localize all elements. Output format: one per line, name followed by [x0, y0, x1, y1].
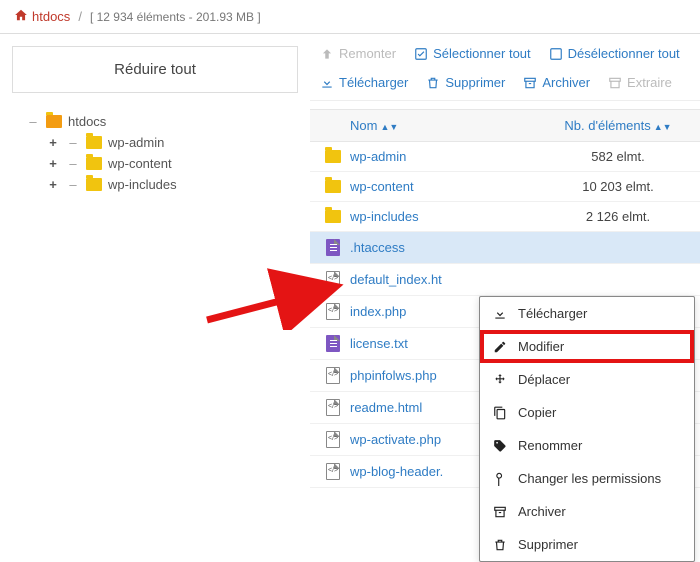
key-icon — [492, 472, 508, 486]
download-icon — [320, 76, 334, 90]
row-name: wp-includes — [350, 209, 548, 224]
column-name[interactable]: Nom▲▼ — [322, 118, 548, 133]
folder-icon — [325, 180, 341, 193]
row-name: wp-content — [350, 179, 548, 194]
file-icon — [326, 463, 340, 480]
ctx-download[interactable]: Télécharger — [480, 297, 694, 330]
select-all-button[interactable]: Sélectionner tout — [414, 46, 531, 61]
collapse-icon: – — [26, 114, 40, 129]
row-count: 582 elmt. — [548, 149, 688, 164]
tag-icon — [492, 439, 508, 453]
breadcrumb-info: [ 12 934 éléments - 201.93 MB ] — [90, 10, 261, 24]
check-square-icon — [414, 47, 428, 61]
expand-icon: + — [46, 177, 60, 192]
folder-icon — [325, 210, 341, 223]
file-icon — [326, 367, 340, 384]
download-icon — [492, 307, 508, 321]
collapse-all-button[interactable]: Réduire tout — [12, 46, 298, 93]
up-button[interactable]: Remonter — [320, 46, 396, 61]
sort-icon: ▲▼ — [380, 122, 398, 132]
sort-icon: ▲▼ — [654, 122, 672, 132]
folder-icon — [46, 115, 62, 128]
list-row[interactable]: wp-admin582 elmt. — [310, 142, 700, 172]
row-name: wp-admin — [350, 149, 548, 164]
arrow-up-icon — [320, 47, 334, 61]
delete-button[interactable]: Supprimer — [426, 75, 505, 90]
list-row[interactable]: wp-includes2 126 elmt. — [310, 202, 700, 232]
extract-icon — [608, 76, 622, 90]
row-count: 2 126 elmt. — [548, 209, 688, 224]
pencil-icon — [492, 340, 508, 354]
breadcrumb-root[interactable]: htdocs — [14, 8, 70, 25]
row-name: default_index.ht — [350, 272, 548, 287]
ctx-copy[interactable]: Copier — [480, 396, 694, 429]
square-icon — [549, 47, 563, 61]
archive-icon — [492, 505, 508, 519]
home-icon — [14, 8, 28, 25]
list-row[interactable]: wp-content10 203 elmt. — [310, 172, 700, 202]
folder-icon — [325, 150, 341, 163]
list-header: Nom▲▼ Nb. d'éléments▲▼ — [310, 109, 700, 142]
expand-icon: + — [46, 156, 60, 171]
folder-icon — [86, 136, 102, 149]
file-icon — [326, 431, 340, 448]
tree-item[interactable]: +– wp-admin — [26, 132, 298, 153]
file-icon — [326, 271, 340, 288]
context-menu: Télécharger Modifier Déplacer Copier Ren… — [479, 296, 695, 562]
move-icon — [492, 373, 508, 387]
file-icon — [326, 239, 340, 256]
toolbar: Remonter Sélectionner tout Désélectionne… — [310, 46, 700, 101]
sidebar: Réduire tout – htdocs +– wp-admin +– wp-… — [0, 34, 310, 488]
ctx-archive[interactable]: Archiver — [480, 495, 694, 528]
file-icon — [326, 303, 340, 320]
breadcrumb-separator: / — [78, 9, 82, 24]
row-name: .htaccess — [350, 240, 548, 255]
tree-root[interactable]: – htdocs — [26, 111, 298, 132]
ctx-delete[interactable]: Supprimer — [480, 528, 694, 561]
ctx-permissions[interactable]: Changer les permissions — [480, 462, 694, 495]
ctx-move[interactable]: Déplacer — [480, 363, 694, 396]
download-button[interactable]: Télécharger — [320, 75, 408, 90]
folder-tree: – htdocs +– wp-admin +– wp-content +– wp… — [12, 111, 298, 195]
file-icon — [326, 399, 340, 416]
archive-button[interactable]: Archiver — [523, 75, 590, 90]
row-count: 10 203 elmt. — [548, 179, 688, 194]
ctx-edit[interactable]: Modifier — [480, 330, 694, 363]
list-row[interactable]: .htaccess — [310, 232, 700, 264]
file-icon — [326, 335, 340, 352]
archive-icon — [523, 76, 537, 90]
ctx-rename[interactable]: Renommer — [480, 429, 694, 462]
folder-icon — [86, 178, 102, 191]
tree-item[interactable]: +– wp-includes — [26, 174, 298, 195]
list-row[interactable]: default_index.ht — [310, 264, 700, 296]
column-count[interactable]: Nb. d'éléments▲▼ — [548, 118, 688, 133]
breadcrumb: htdocs / [ 12 934 éléments - 201.93 MB ] — [0, 0, 700, 34]
folder-icon — [86, 157, 102, 170]
expand-icon: + — [46, 135, 60, 150]
trash-icon — [426, 76, 440, 90]
extract-button[interactable]: Extraire — [608, 75, 672, 90]
tree-item[interactable]: +– wp-content — [26, 153, 298, 174]
deselect-all-button[interactable]: Désélectionner tout — [549, 46, 680, 61]
copy-icon — [492, 406, 508, 420]
